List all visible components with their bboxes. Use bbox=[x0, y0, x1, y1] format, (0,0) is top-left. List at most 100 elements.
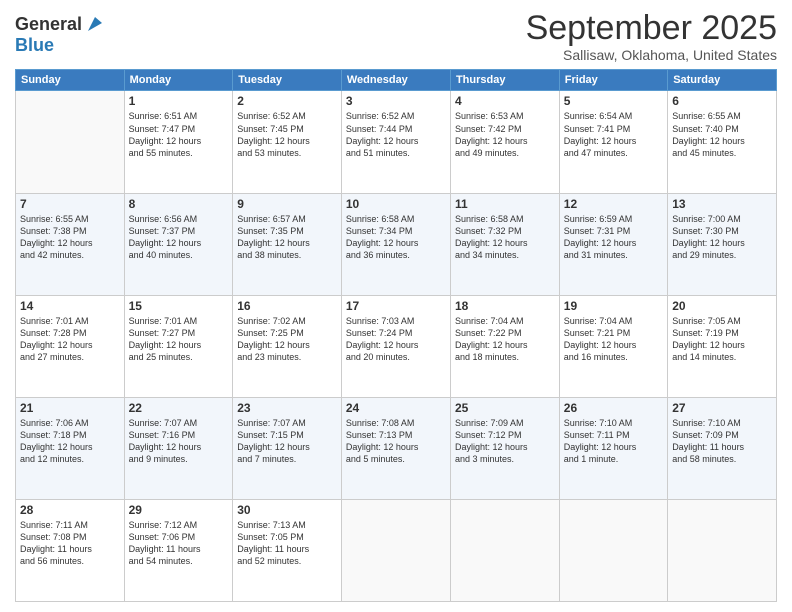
day-number: 4 bbox=[455, 94, 555, 108]
logo-general-text: General bbox=[15, 14, 82, 35]
header: General Blue September 2025 Sallisaw, Ok… bbox=[15, 10, 777, 63]
calendar-cell bbox=[668, 499, 777, 601]
day-info: Sunrise: 7:04 AM Sunset: 7:21 PM Dayligh… bbox=[564, 315, 663, 364]
calendar-page: General Blue September 2025 Sallisaw, Ok… bbox=[0, 0, 792, 612]
day-info: Sunrise: 7:11 AM Sunset: 7:08 PM Dayligh… bbox=[20, 519, 120, 568]
day-info: Sunrise: 6:51 AM Sunset: 7:47 PM Dayligh… bbox=[129, 110, 229, 159]
calendar-cell: 9 Sunrise: 6:57 AM Sunset: 7:35 PM Daylig… bbox=[233, 193, 342, 295]
calendar-cell: 8Sunrise: 6:56 AM Sunset: 7:37 PM Daylig… bbox=[124, 193, 233, 295]
day-info: Sunrise: 6:59 AM Sunset: 7:31 PM Dayligh… bbox=[564, 213, 663, 262]
logo: General Blue bbox=[15, 14, 106, 56]
day-number: 18 bbox=[455, 299, 555, 313]
day-info: Sunrise: 6:57 AM Sunset: 7:35 PM Dayligh… bbox=[237, 213, 337, 262]
day-number: 23 bbox=[237, 401, 337, 415]
calendar-cell bbox=[450, 499, 559, 601]
day-number: 1 bbox=[129, 94, 229, 108]
calendar-table: SundayMondayTuesdayWednesdayThursdayFrid… bbox=[15, 69, 777, 602]
calendar-cell bbox=[16, 91, 125, 193]
day-number: 12 bbox=[564, 197, 663, 211]
day-info: Sunrise: 7:09 AM Sunset: 7:12 PM Dayligh… bbox=[455, 417, 555, 466]
calendar-header-row: SundayMondayTuesdayWednesdayThursdayFrid… bbox=[16, 70, 777, 91]
calendar-week-row: 14 Sunrise: 7:01 AM Sunset: 7:28 PM Dayli… bbox=[16, 295, 777, 397]
day-number: 14 bbox=[20, 299, 120, 313]
day-number: 11 bbox=[455, 197, 555, 211]
calendar-cell: 5Sunrise: 6:54 AM Sunset: 7:41 PM Daylig… bbox=[559, 91, 667, 193]
day-info: Sunrise: 7:12 AM Sunset: 7:06 PM Dayligh… bbox=[129, 519, 229, 568]
calendar-cell: 2 Sunrise: 6:52 AM Sunset: 7:45 PM Daylig… bbox=[233, 91, 342, 193]
calendar-cell: 21 Sunrise: 7:06 AM Sunset: 7:18 PM Dayli… bbox=[16, 397, 125, 499]
calendar-week-row: 28Sunrise: 7:11 AM Sunset: 7:08 PM Dayli… bbox=[16, 499, 777, 601]
calendar-cell: 25 Sunrise: 7:09 AM Sunset: 7:12 PM Dayli… bbox=[450, 397, 559, 499]
calendar-cell: 28Sunrise: 7:11 AM Sunset: 7:08 PM Dayli… bbox=[16, 499, 125, 601]
day-info: Sunrise: 7:06 AM Sunset: 7:18 PM Dayligh… bbox=[20, 417, 120, 466]
calendar-cell: 27 Sunrise: 7:10 AM Sunset: 7:09 PM Dayli… bbox=[668, 397, 777, 499]
calendar-cell: 17Sunrise: 7:03 AM Sunset: 7:24 PM Dayli… bbox=[341, 295, 450, 397]
day-number: 2 bbox=[237, 94, 337, 108]
calendar-cell: 10Sunrise: 6:58 AM Sunset: 7:34 PM Dayli… bbox=[341, 193, 450, 295]
calendar-cell bbox=[341, 499, 450, 601]
calendar-week-row: 7Sunrise: 6:55 AM Sunset: 7:38 PM Daylig… bbox=[16, 193, 777, 295]
calendar-week-row: 1 Sunrise: 6:51 AM Sunset: 7:47 PM Daylig… bbox=[16, 91, 777, 193]
day-header-monday: Monday bbox=[124, 70, 233, 91]
day-number: 24 bbox=[346, 401, 446, 415]
day-header-tuesday: Tuesday bbox=[233, 70, 342, 91]
day-number: 22 bbox=[129, 401, 229, 415]
calendar-cell: 18Sunrise: 7:04 AM Sunset: 7:22 PM Dayli… bbox=[450, 295, 559, 397]
day-header-thursday: Thursday bbox=[450, 70, 559, 91]
day-info: Sunrise: 6:55 AM Sunset: 7:40 PM Dayligh… bbox=[672, 110, 772, 159]
day-info: Sunrise: 7:10 AM Sunset: 7:11 PM Dayligh… bbox=[564, 417, 663, 466]
calendar-cell: 16Sunrise: 7:02 AM Sunset: 7:25 PM Dayli… bbox=[233, 295, 342, 397]
day-info: Sunrise: 6:58 AM Sunset: 7:32 PM Dayligh… bbox=[455, 213, 555, 262]
calendar-cell: 29 Sunrise: 7:12 AM Sunset: 7:06 PM Dayli… bbox=[124, 499, 233, 601]
day-info: Sunrise: 7:01 AM Sunset: 7:28 PM Dayligh… bbox=[20, 315, 120, 364]
calendar-cell: 7Sunrise: 6:55 AM Sunset: 7:38 PM Daylig… bbox=[16, 193, 125, 295]
day-info: Sunrise: 7:07 AM Sunset: 7:15 PM Dayligh… bbox=[237, 417, 337, 466]
day-header-saturday: Saturday bbox=[668, 70, 777, 91]
calendar-cell: 13Sunrise: 7:00 AM Sunset: 7:30 PM Dayli… bbox=[668, 193, 777, 295]
calendar-cell: 11 Sunrise: 6:58 AM Sunset: 7:32 PM Dayli… bbox=[450, 193, 559, 295]
day-number: 7 bbox=[20, 197, 120, 211]
day-number: 3 bbox=[346, 94, 446, 108]
day-number: 13 bbox=[672, 197, 772, 211]
day-number: 27 bbox=[672, 401, 772, 415]
day-info: Sunrise: 7:01 AM Sunset: 7:27 PM Dayligh… bbox=[129, 315, 229, 364]
calendar-cell: 30 Sunrise: 7:13 AM Sunset: 7:05 PM Dayli… bbox=[233, 499, 342, 601]
main-title: September 2025 bbox=[526, 10, 777, 47]
calendar-week-row: 21 Sunrise: 7:06 AM Sunset: 7:18 PM Dayli… bbox=[16, 397, 777, 499]
day-number: 26 bbox=[564, 401, 663, 415]
day-number: 17 bbox=[346, 299, 446, 313]
calendar-cell: 3 Sunrise: 6:52 AM Sunset: 7:44 PM Daylig… bbox=[341, 91, 450, 193]
logo-icon bbox=[84, 13, 106, 35]
day-header-friday: Friday bbox=[559, 70, 667, 91]
day-number: 20 bbox=[672, 299, 772, 313]
calendar-cell: 15 Sunrise: 7:01 AM Sunset: 7:27 PM Dayli… bbox=[124, 295, 233, 397]
day-info: Sunrise: 7:10 AM Sunset: 7:09 PM Dayligh… bbox=[672, 417, 772, 466]
day-info: Sunrise: 6:56 AM Sunset: 7:37 PM Dayligh… bbox=[129, 213, 229, 262]
day-info: Sunrise: 7:13 AM Sunset: 7:05 PM Dayligh… bbox=[237, 519, 337, 568]
day-number: 29 bbox=[129, 503, 229, 517]
calendar-cell: 24 Sunrise: 7:08 AM Sunset: 7:13 PM Dayli… bbox=[341, 397, 450, 499]
day-info: Sunrise: 6:54 AM Sunset: 7:41 PM Dayligh… bbox=[564, 110, 663, 159]
day-info: Sunrise: 7:08 AM Sunset: 7:13 PM Dayligh… bbox=[346, 417, 446, 466]
day-number: 6 bbox=[672, 94, 772, 108]
calendar-cell: 22 Sunrise: 7:07 AM Sunset: 7:16 PM Dayli… bbox=[124, 397, 233, 499]
day-info: Sunrise: 7:02 AM Sunset: 7:25 PM Dayligh… bbox=[237, 315, 337, 364]
day-info: Sunrise: 6:58 AM Sunset: 7:34 PM Dayligh… bbox=[346, 213, 446, 262]
calendar-cell: 1 Sunrise: 6:51 AM Sunset: 7:47 PM Daylig… bbox=[124, 91, 233, 193]
day-info: Sunrise: 6:52 AM Sunset: 7:45 PM Dayligh… bbox=[237, 110, 337, 159]
calendar-cell bbox=[559, 499, 667, 601]
day-info: Sunrise: 7:07 AM Sunset: 7:16 PM Dayligh… bbox=[129, 417, 229, 466]
calendar-cell: 23 Sunrise: 7:07 AM Sunset: 7:15 PM Dayli… bbox=[233, 397, 342, 499]
title-block: September 2025 Sallisaw, Oklahoma, Unite… bbox=[526, 10, 777, 63]
day-number: 15 bbox=[129, 299, 229, 313]
calendar-cell: 12 Sunrise: 6:59 AM Sunset: 7:31 PM Dayli… bbox=[559, 193, 667, 295]
day-number: 30 bbox=[237, 503, 337, 517]
logo-blue-text: Blue bbox=[15, 35, 106, 56]
day-info: Sunrise: 6:52 AM Sunset: 7:44 PM Dayligh… bbox=[346, 110, 446, 159]
day-number: 9 bbox=[237, 197, 337, 211]
day-number: 21 bbox=[20, 401, 120, 415]
calendar-cell: 19Sunrise: 7:04 AM Sunset: 7:21 PM Dayli… bbox=[559, 295, 667, 397]
day-number: 25 bbox=[455, 401, 555, 415]
day-header-wednesday: Wednesday bbox=[341, 70, 450, 91]
calendar-cell: 4Sunrise: 6:53 AM Sunset: 7:42 PM Daylig… bbox=[450, 91, 559, 193]
